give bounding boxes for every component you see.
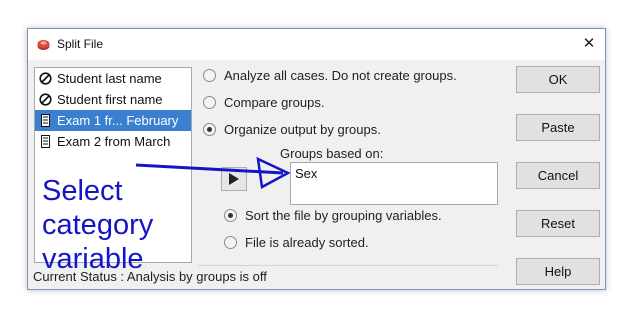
annotation-arrow: [135, 156, 291, 189]
